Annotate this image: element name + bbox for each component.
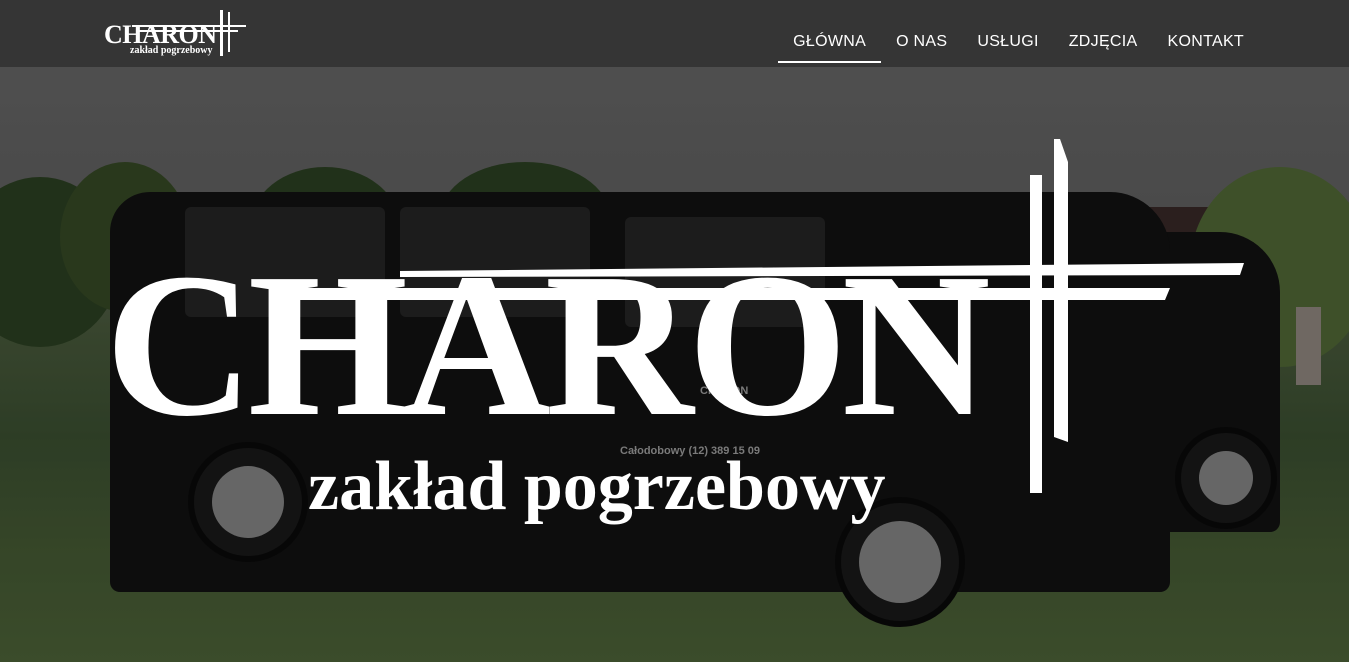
- nav-link-uslugi[interactable]: USŁUGI: [962, 7, 1053, 61]
- main-nav: GŁÓWNA O NAS USŁUGI ZDJĘCIA KONTAKT: [778, 0, 1259, 67]
- logo-subtitle: zakład pogrzebowy: [130, 45, 213, 56]
- nav-link-kontakt[interactable]: KONTAKT: [1153, 7, 1259, 61]
- hero-logo: CHARON zakład pogrzebowy: [0, 67, 1349, 662]
- hero-logo-subtitle: zakład pogrzebowy: [308, 448, 886, 525]
- hero-banner: CHARON Całodobowy (12) 389 15 09 CHARON …: [0, 67, 1349, 662]
- nav-link-glowna[interactable]: GŁÓWNA: [778, 7, 881, 63]
- hero-logo-word: CHARON: [105, 230, 991, 459]
- site-logo[interactable]: CHARON zakład pogrzebowy: [104, 10, 246, 58]
- top-navbar: CHARON zakład pogrzebowy GŁÓWNA O NAS US…: [0, 0, 1349, 67]
- nav-link-zdjecia[interactable]: ZDJĘCIA: [1054, 7, 1153, 61]
- nav-link-o-nas[interactable]: O NAS: [881, 7, 962, 61]
